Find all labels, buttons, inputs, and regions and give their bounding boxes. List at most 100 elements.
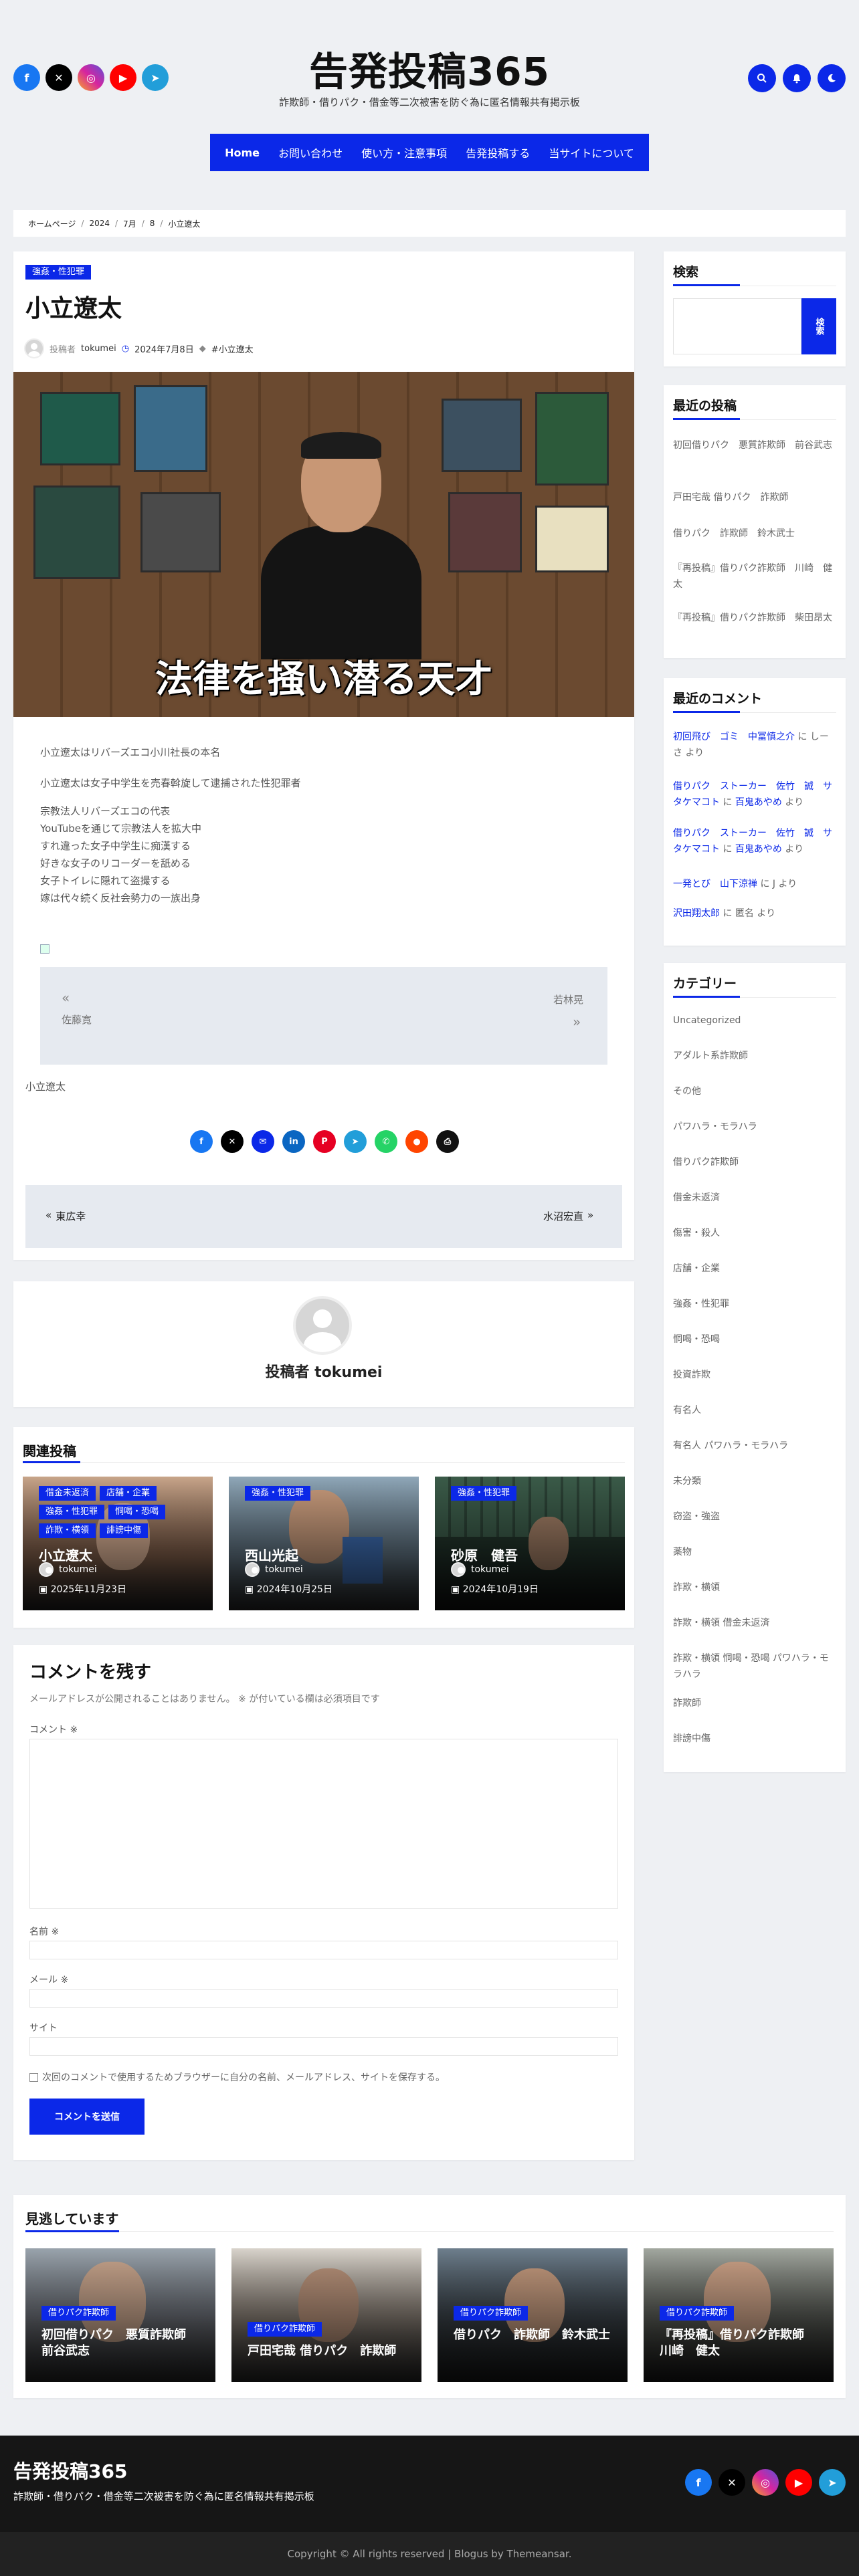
inner-prev-link[interactable]: 佐藤寛: [62, 1012, 92, 1027]
sidebar-search-button[interactable]: 検索: [801, 298, 836, 354]
category-link[interactable]: その他: [673, 1083, 836, 1119]
share-telegram-icon[interactable]: ➤: [344, 1130, 367, 1153]
post-tag[interactable]: #小立遼太: [211, 342, 254, 355]
nav-item-usage[interactable]: 使い方・注意事項: [357, 144, 451, 160]
related-title[interactable]: 小立遼太: [39, 1545, 92, 1564]
nav-item-contact[interactable]: お問い合わせ: [274, 144, 347, 160]
submit-comment-button[interactable]: コメントを送信: [29, 2099, 145, 2135]
missed-title[interactable]: 『再投稿』借りパク詐欺師 川崎 健太: [660, 2327, 820, 2359]
category-link[interactable]: アダルト系詐欺師: [673, 1048, 836, 1083]
author-name[interactable]: tokumei: [81, 344, 116, 354]
category-link[interactable]: 傷害・殺人: [673, 1225, 836, 1261]
share-linkedin-icon[interactable]: in: [282, 1130, 305, 1153]
site-input[interactable]: [29, 2037, 618, 2056]
telegram-icon[interactable]: ➤: [819, 2469, 846, 2496]
post-category-badge[interactable]: 強姦・性犯罪: [25, 265, 92, 280]
next-post-link[interactable]: 水沼宏直»: [543, 1209, 593, 1223]
youtube-icon[interactable]: ▶: [785, 2469, 812, 2496]
author-avatar[interactable]: [24, 338, 44, 358]
share-whatsapp-icon[interactable]: ✆: [375, 1130, 397, 1153]
category-link[interactable]: 詐欺・横領 恫喝・恐喝 パワハラ・モラハラ: [673, 1650, 836, 1695]
post-footer-tag[interactable]: 小立遼太: [25, 1079, 66, 1093]
search-icon[interactable]: [748, 64, 776, 92]
missed-tag[interactable]: 借りパク詐欺師: [41, 2306, 116, 2321]
share-x-icon[interactable]: ✕: [221, 1130, 244, 1153]
comment-post-link[interactable]: 匿名: [735, 908, 754, 919]
category-link[interactable]: Uncategorized: [673, 1012, 836, 1048]
nav-item-home[interactable]: Home: [221, 146, 264, 159]
breadcrumb-year[interactable]: 2024: [89, 219, 110, 228]
breadcrumb-month[interactable]: 7月: [123, 218, 136, 229]
related-title[interactable]: 砂原 健吾: [451, 1545, 518, 1564]
prev-post-link[interactable]: « 東広幸: [45, 1209, 86, 1223]
related-tag[interactable]: 強姦・性犯罪: [451, 1486, 517, 1501]
missed-title[interactable]: 戸田宅哉 借りパク 詐欺師: [248, 2343, 408, 2359]
author-box-avatar[interactable]: [293, 1296, 352, 1355]
share-reddit-icon[interactable]: ●: [405, 1130, 428, 1153]
related-tag[interactable]: 借金未返済: [39, 1486, 96, 1501]
category-link[interactable]: 詐欺・横領: [673, 1580, 836, 1615]
missed-card[interactable]: 借りパク詐欺師 『再投稿』借りパク詐欺師 川崎 健太: [644, 2248, 834, 2382]
category-link[interactable]: 詐欺・横領 借金未返済: [673, 1615, 836, 1650]
recent-post-link[interactable]: 戸田宅哉 借りパク 詐欺師: [673, 490, 836, 506]
recent-post-link[interactable]: 『再投稿』借りパク詐欺師 川崎 健太: [673, 560, 836, 593]
category-link[interactable]: 薬物: [673, 1544, 836, 1580]
missed-title[interactable]: 借りパク 詐欺師 鈴木武士: [454, 2327, 614, 2343]
category-link[interactable]: 未分類: [673, 1473, 836, 1509]
related-tag[interactable]: 強姦・性犯罪: [39, 1505, 105, 1519]
category-link[interactable]: 誹謗中傷: [673, 1731, 836, 1766]
save-info-checkbox[interactable]: [29, 2072, 38, 2082]
inner-next-link[interactable]: 若林晃: [553, 992, 583, 1006]
comment-post-link[interactable]: 百鬼あやめ: [735, 844, 782, 855]
category-link[interactable]: 投資詐欺: [673, 1367, 836, 1402]
missed-tag[interactable]: 借りパク詐欺師: [248, 2322, 322, 2337]
breadcrumb-day[interactable]: 8: [150, 219, 155, 228]
category-link[interactable]: 店舗・企業: [673, 1261, 836, 1296]
facebook-icon[interactable]: f: [685, 2469, 712, 2496]
site-title[interactable]: 告発投稿365: [0, 40, 859, 96]
nav-item-about[interactable]: 当サイトについて: [545, 144, 638, 160]
category-link[interactable]: 窃盗・強盗: [673, 1509, 836, 1544]
x-icon[interactable]: ✕: [719, 2469, 745, 2496]
category-link[interactable]: 有名人: [673, 1402, 836, 1438]
recent-post-link[interactable]: 借りパク 詐欺師 鈴木武士: [673, 526, 836, 542]
comment-author-link[interactable]: 初回飛び ゴミ 中冨慎之介: [673, 732, 795, 742]
missed-title[interactable]: 初回借りパク 悪質詐欺師 前谷武志: [41, 2327, 202, 2359]
related-card[interactable]: 強姦・性犯罪 砂原 健吾 tokumei ▣ 2024年10月19日: [435, 1477, 625, 1610]
author-box-name[interactable]: 投稿者 tokumei: [0, 1360, 648, 1382]
related-tag[interactable]: 店舗・企業: [100, 1486, 157, 1501]
category-link[interactable]: 詐欺師: [673, 1695, 836, 1731]
share-print-icon[interactable]: ⎙: [436, 1130, 459, 1153]
related-tag[interactable]: 詐欺・横領: [39, 1523, 96, 1538]
bell-icon[interactable]: [783, 64, 811, 92]
related-card[interactable]: 強姦・性犯罪 西山光起 tokumei ▣ 2024年10月25日: [229, 1477, 419, 1610]
sidebar-search-input[interactable]: [673, 298, 801, 354]
category-link[interactable]: 恫喝・恐喝: [673, 1331, 836, 1367]
related-title[interactable]: 西山光起: [245, 1545, 298, 1564]
moon-icon[interactable]: [818, 64, 846, 92]
share-email-icon[interactable]: ✉: [252, 1130, 274, 1153]
missed-card[interactable]: 借りパク詐欺師 借りパク 詐欺師 鈴木武士: [438, 2248, 628, 2382]
related-tag[interactable]: 強姦・性犯罪: [245, 1486, 311, 1501]
footer-title[interactable]: 告発投稿365: [13, 2457, 127, 2484]
category-link[interactable]: 有名人 パワハラ・モラハラ: [673, 1438, 836, 1473]
missed-tag[interactable]: 借りパク詐欺師: [660, 2306, 735, 2321]
email-input[interactable]: [29, 1989, 618, 2008]
recent-post-link[interactable]: 初回借りパク 悪質詐欺師 前谷武志: [673, 437, 836, 453]
category-link[interactable]: パワハラ・モラハラ: [673, 1119, 836, 1154]
missed-tag[interactable]: 借りパク詐欺師: [454, 2306, 529, 2321]
comment-textarea[interactable]: [29, 1739, 618, 1909]
missed-card[interactable]: 借りパク詐欺師 戸田宅哉 借りパク 詐欺師: [231, 2248, 421, 2382]
post-date[interactable]: 2024年7月8日: [134, 342, 194, 355]
comment-author-link[interactable]: 一発とび 山下涼禅: [673, 879, 757, 889]
share-pinterest-icon[interactable]: P: [313, 1130, 336, 1153]
category-link[interactable]: 借金未返済: [673, 1190, 836, 1225]
share-facebook-icon[interactable]: f: [190, 1130, 213, 1153]
recent-post-link[interactable]: 『再投稿』借りパク詐欺師 柴田昂太: [673, 610, 836, 626]
missed-card[interactable]: 借りパク詐欺師 初回借りパク 悪質詐欺師 前谷武志: [25, 2248, 215, 2382]
related-tag[interactable]: 誹謗中傷: [100, 1523, 149, 1538]
instagram-icon[interactable]: ◎: [752, 2469, 779, 2496]
category-link[interactable]: 強姦・性犯罪: [673, 1296, 836, 1331]
name-input[interactable]: [29, 1941, 618, 1959]
comment-post-link[interactable]: 百鬼あやめ: [735, 797, 782, 808]
